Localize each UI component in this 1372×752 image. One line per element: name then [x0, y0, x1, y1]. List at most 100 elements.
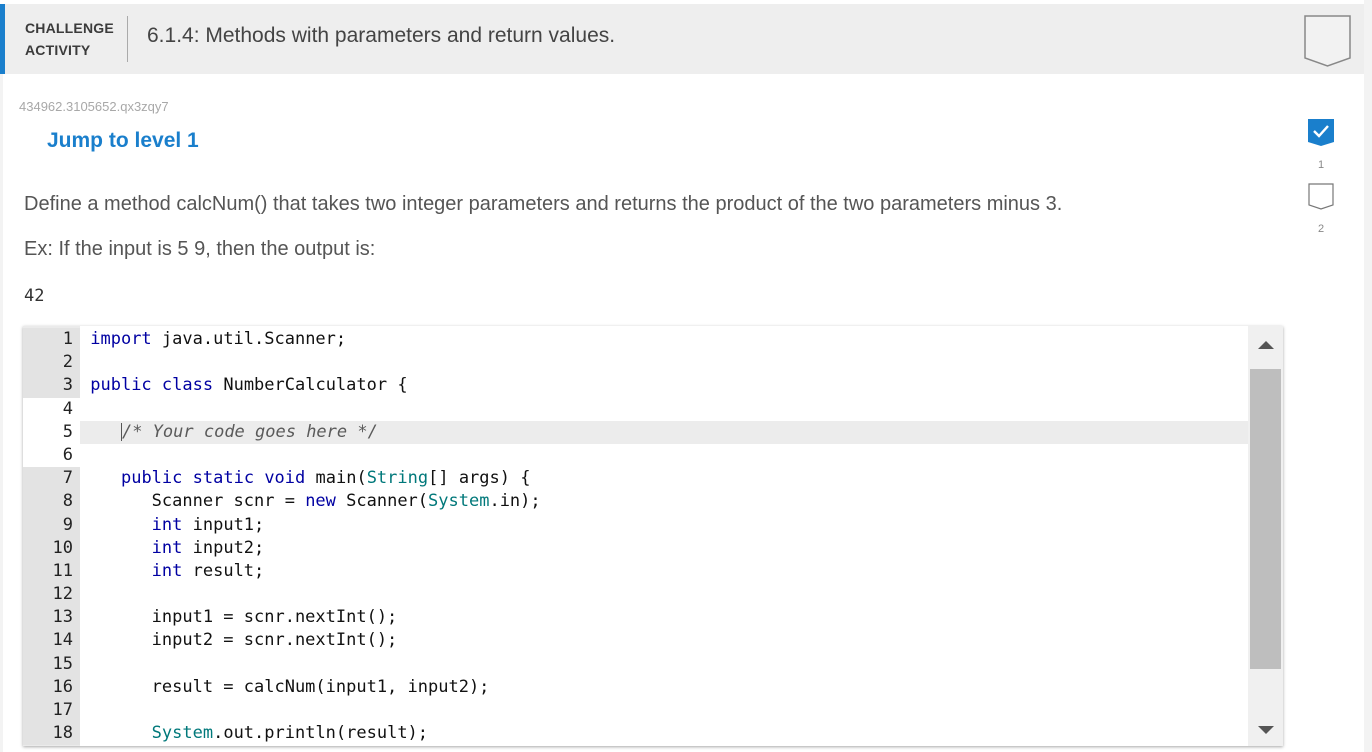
code-area[interactable]: 1 import java.util.Scanner; 2 3 public cl…: [23, 328, 1248, 746]
keyword-token: new: [305, 491, 336, 512]
type-token: System: [151, 723, 214, 744]
completion-badge-icon: [1303, 14, 1353, 75]
code-token: input1;: [182, 514, 265, 535]
keyword-token: public: [90, 375, 152, 396]
line-number: 7: [23, 467, 80, 491]
instructions-text: Define a method calcNum() that takes two…: [24, 193, 1063, 215]
keyword-token: int: [151, 514, 183, 535]
code-token: [] args) {: [428, 468, 531, 489]
code-line-14[interactable]: 14 input2 = scnr.nextInt();: [23, 629, 1248, 653]
scroll-up-arrow-icon[interactable]: [1258, 341, 1274, 349]
code-token: java.util.Scanner;: [151, 329, 347, 349]
level-2-number: 2: [1317, 223, 1325, 235]
scroll-thumb[interactable]: [1250, 369, 1281, 669]
code-token: input2 = scnr.nextInt();: [90, 630, 398, 651]
line-number: 14: [23, 629, 80, 653]
code-line-9[interactable]: 9 int input1;: [23, 513, 1248, 537]
code-line-3[interactable]: 3 public class NumberCalculator {: [23, 374, 1248, 398]
code-line-16[interactable]: 16 result = calcNum(input1, input2);: [23, 675, 1248, 700]
code-line-5[interactable]: 5 /* Your code goes here */: [23, 420, 1248, 444]
activity-id: 434962.3105652.qx3zqy7: [19, 99, 169, 114]
line-code: public class NumberCalculator {: [80, 375, 407, 396]
code-token: Scanner(: [335, 491, 429, 512]
keyword-token: class: [161, 375, 214, 396]
line-number: 18: [23, 722, 80, 746]
keyword-token: void: [264, 468, 306, 489]
code-line-8[interactable]: 8 Scanner scnr = new Scanner(System.in);: [23, 490, 1248, 514]
code-line-1[interactable]: 1 import java.util.Scanner;: [23, 328, 1248, 352]
level-1-number: 1: [1317, 159, 1325, 171]
code-line-18[interactable]: 18 System.out.println(result);: [23, 722, 1248, 746]
type-token: System: [428, 491, 490, 512]
line-code: public static void main(String[] args) {: [80, 468, 531, 489]
line-code: input2 = scnr.nextInt();: [80, 630, 398, 651]
level-2-indicator[interactable]: 2: [1306, 182, 1336, 235]
keyword-token: int: [151, 537, 183, 558]
jump-to-level-link[interactable]: Jump to level 1: [47, 129, 199, 153]
code-token: .out.println(result);: [213, 723, 429, 744]
line-code: int input2;: [80, 537, 265, 558]
challenge-activity-tag: CHALLENGE ACTIVITY: [25, 17, 114, 61]
code-line-17[interactable]: 17: [23, 699, 1248, 723]
activity-title: 6.1.4: Methods with parameters and retur…: [147, 24, 616, 47]
editor-scrollbar[interactable]: [1248, 326, 1283, 746]
code-token: Scanner scnr =: [90, 491, 306, 512]
code-line-2[interactable]: 2: [23, 351, 1248, 375]
line-number: 3: [23, 374, 80, 398]
line-number: 4: [23, 397, 80, 421]
line-number: 12: [23, 583, 80, 607]
page: CHALLENGE ACTIVITY 6.1.4: Methods with p…: [0, 0, 1364, 752]
line-number: 13: [23, 606, 80, 630]
scroll-down-arrow-icon[interactable]: [1258, 726, 1274, 734]
line-number: 6: [23, 443, 80, 468]
line-number: 10: [23, 536, 80, 560]
keyword-token: import: [90, 329, 152, 349]
example-text: Ex: If the input is 5 9, then the output…: [24, 238, 376, 260]
tag-line-1: CHALLENGE: [25, 20, 114, 36]
code-token: input1 = scnr.nextInt();: [90, 607, 398, 628]
line-code: /* Your code goes here */: [80, 422, 378, 442]
activity-header: CHALLENGE ACTIVITY 6.1.4: Methods with p…: [0, 4, 1364, 74]
example-output: 42: [24, 286, 45, 306]
code-token: result = calcNum(input1, input2);: [90, 676, 490, 697]
line-code: Scanner scnr = new Scanner(System.in);: [80, 491, 541, 511]
code-line-12[interactable]: 12: [23, 583, 1248, 607]
code-line-6[interactable]: 6: [23, 443, 1248, 468]
comment-token: /* Your code goes here */: [121, 421, 378, 442]
code-editor[interactable]: 1 import java.util.Scanner; 2 3 public cl…: [23, 326, 1283, 746]
line-number: 15: [23, 652, 80, 676]
code-line-11[interactable]: 11 int result;: [23, 559, 1248, 584]
code-token: input2;: [182, 537, 265, 558]
type-token: String: [366, 468, 429, 489]
code-line-4[interactable]: 4: [23, 397, 1248, 421]
line-code: int result;: [80, 560, 265, 581]
line-number: 1: [23, 328, 80, 352]
line-number: 5: [23, 420, 80, 444]
code-line-15[interactable]: 15: [23, 652, 1248, 676]
keyword-token: static: [192, 468, 255, 489]
code-token: .in);: [489, 491, 541, 512]
keyword-token: int: [151, 560, 183, 581]
left-edge: [0, 74, 3, 752]
level-1-indicator[interactable]: 1: [1306, 118, 1336, 171]
code-line-7[interactable]: 7 public static void main(String[] args)…: [23, 467, 1248, 491]
empty-badge-icon: [1308, 183, 1334, 210]
line-number: 2: [23, 351, 80, 375]
code-line-10[interactable]: 10 int input2;: [23, 536, 1248, 560]
code-line-13[interactable]: 13 input1 = scnr.nextInt();: [23, 606, 1248, 630]
tag-line-2: ACTIVITY: [25, 42, 91, 58]
